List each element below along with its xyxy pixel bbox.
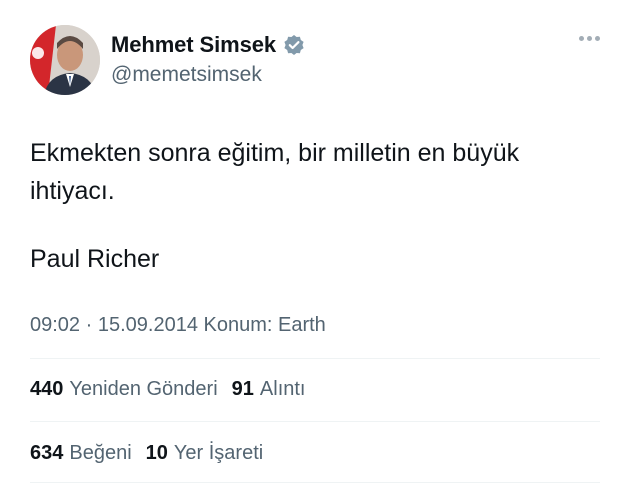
divider [30,482,600,483]
verified-badge-icon [283,34,305,56]
tweet-signature: Paul Richer [30,245,160,273]
tweet-location: Konum: Earth [197,314,326,336]
like-label: Beğeni [69,442,132,464]
like-count: 634 [30,442,64,464]
bookmark-count-link[interactable]: 10 Yer İşareti [146,442,278,465]
meta-separator: · [80,314,98,336]
quote-count-link[interactable]: 91 Alıntı [232,378,320,401]
stats-row-likes: 634 Beğeni 10 Yer İşareti [30,442,277,465]
author-display-name[interactable]: Mehmet Simsek [111,32,276,58]
divider [30,421,600,422]
repost-count: 440 [30,378,64,400]
quote-label: Alıntı [259,378,306,400]
repost-count-link[interactable]: 440 Yeniden Gönderi [30,378,232,401]
like-count-link[interactable]: 634 Beğeni [30,442,146,465]
tweet-card: Mehmet Simsek @memetsimsek Ekmekten sonr… [0,0,632,485]
tweet-meta: 09:02 · 15.09.2014 Konum: Earth [30,314,326,337]
quote-count: 91 [231,378,254,400]
bookmark-label: Yer İşareti [173,442,264,464]
more-horizontal-icon[interactable] [579,36,600,41]
stats-row-engagement: 440 Yeniden Gönderi 91 Alıntı [30,378,319,401]
divider [30,358,600,359]
avatar[interactable] [30,25,100,95]
repost-label: Yeniden Gönderi [69,378,218,400]
tweet-time[interactable]: 09:02 [30,314,80,336]
tweet-text: Ekmekten sonra eğitim, bir milletin en b… [30,139,520,205]
bookmark-count: 10 [145,442,168,464]
author-handle[interactable]: @memetsimsek [111,63,262,87]
author-name-row[interactable]: Mehmet Simsek [111,32,305,58]
tweet-date[interactable]: 15.09.2014 [98,314,198,336]
